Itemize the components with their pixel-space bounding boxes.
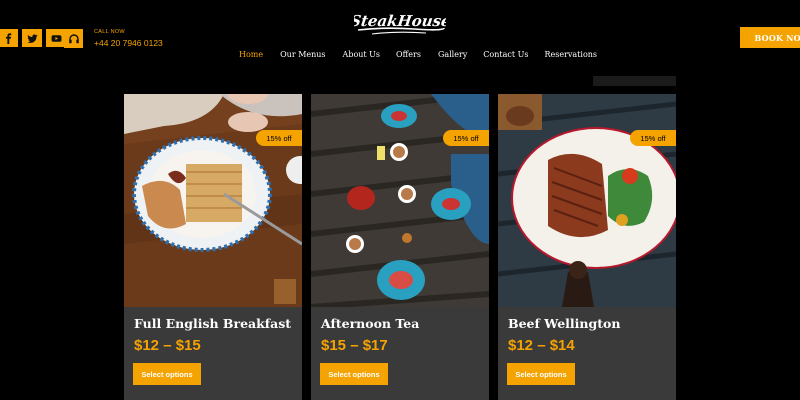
svg-text:SteakHouse: SteakHouse: [354, 12, 446, 30]
bookmark-icon: [749, 37, 750, 38]
book-now-button[interactable]: BOOK NOW: [740, 27, 800, 48]
product-price: $15 – $17: [321, 337, 388, 354]
call-now-block: CALL NOW +44 20 7946 0123: [64, 29, 163, 48]
facebook-icon[interactable]: [0, 29, 18, 47]
discount-badge: 15% off: [443, 130, 489, 146]
nav-home[interactable]: Home: [232, 50, 270, 59]
product-image-afternoon-tea[interactable]: [311, 94, 489, 307]
select-options-button[interactable]: Select options: [133, 363, 201, 385]
nav-about-us[interactable]: About Us: [336, 50, 387, 59]
product-name[interactable]: Afternoon Tea: [321, 316, 419, 331]
phone-number[interactable]: +44 20 7946 0123: [94, 39, 163, 48]
product-image-beef-wellington[interactable]: [498, 94, 676, 307]
product-card[interactable]: 15% off Full English Breakfast $12 – $15…: [124, 94, 302, 400]
product-image-full-english-breakfast[interactable]: [124, 94, 302, 307]
discount-badge: 15% off: [630, 130, 676, 146]
nav-our-menus[interactable]: Our Menus: [273, 50, 332, 59]
book-now-label: BOOK NOW: [754, 32, 800, 43]
product-card[interactable]: 15% off Afternoon Tea $15 – $17 Select o…: [311, 94, 489, 400]
twitter-icon[interactable]: [22, 29, 42, 47]
nav-reservations[interactable]: Reservations: [537, 50, 604, 59]
nav-offers[interactable]: Offers: [389, 50, 428, 59]
dropdown-strip: [593, 76, 676, 86]
headphones-icon: [64, 29, 83, 48]
product-name[interactable]: Beef Wellington: [508, 316, 620, 331]
main-nav: Home Our Menus About Us Offers Gallery C…: [232, 50, 604, 59]
call-label: CALL NOW: [94, 28, 125, 35]
product-card[interactable]: 15% off Beef Wellington $12 – $14 Select…: [498, 94, 676, 400]
product-name[interactable]: Full English Breakfast: [134, 316, 291, 331]
youtube-icon[interactable]: [46, 29, 66, 47]
select-options-button[interactable]: Select options: [320, 363, 388, 385]
social-links: [0, 29, 66, 47]
product-price: $12 – $15: [134, 337, 201, 354]
nav-gallery[interactable]: Gallery: [431, 50, 474, 59]
discount-badge: 15% off: [256, 130, 302, 146]
steakhouse-logo[interactable]: SteakHouse: [349, 10, 452, 40]
product-price: $12 – $14: [508, 337, 575, 354]
select-options-button[interactable]: Select options: [507, 363, 575, 385]
nav-contact-us[interactable]: Contact Us: [476, 50, 535, 59]
